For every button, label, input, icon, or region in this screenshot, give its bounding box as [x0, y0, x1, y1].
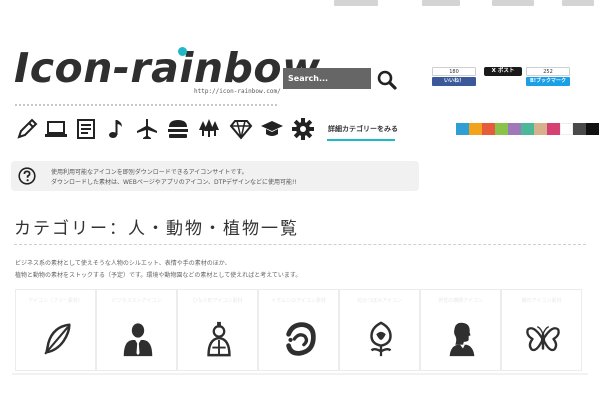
- pencil-icon: [17, 118, 38, 139]
- color-swatch-orange[interactable]: [469, 123, 482, 135]
- category-pencil[interactable]: [15, 117, 39, 141]
- top-nav-link[interactable]: [334, 0, 378, 6]
- color-swatch-red[interactable]: [482, 123, 495, 135]
- category-description-line2: 植物と動物の素材をストックする（予定）です。環境や動物園などの素材として使えれば…: [15, 272, 302, 279]
- color-swatch-pink[interactable]: [547, 123, 560, 135]
- search-icon: [377, 70, 397, 90]
- icon-card-label: ひな人形アイコン素材: [192, 298, 243, 304]
- top-nav-link[interactable]: [562, 0, 594, 6]
- logo-url: http://icon-rainbow.com/: [194, 88, 281, 95]
- color-swatch-blue[interactable]: [456, 123, 469, 135]
- detail-underline: [327, 139, 395, 141]
- laptop-icon: [45, 121, 67, 137]
- icon-card-label: ビジネスマンアイコン: [111, 298, 162, 304]
- color-swatch-purple[interactable]: [508, 123, 521, 135]
- hatena-count: 252: [526, 67, 570, 76]
- category-food[interactable]: [166, 117, 190, 141]
- category-description-line1: ビジネス系の素材として使えそうな人物のシルエット、表情や手の素材のほか、: [15, 260, 231, 267]
- gear-icon: [292, 118, 314, 140]
- page-title: カテゴリー：人・動物・植物一覧: [14, 219, 299, 239]
- category-education[interactable]: [260, 117, 284, 141]
- category-airplane[interactable]: [135, 117, 159, 141]
- icon-card-label: 蝶のアイコン素材: [521, 298, 562, 304]
- icon-card-label: イモムシのアイコン素材: [271, 298, 326, 304]
- hatena-bookmark-button[interactable]: B!ブックマーク: [526, 77, 570, 86]
- category-document[interactable]: [74, 117, 98, 141]
- category-settings[interactable]: [291, 117, 315, 141]
- icon-card-label: アイコン（フリー素材）: [28, 298, 83, 304]
- diamond-icon: [229, 120, 253, 140]
- hina-doll-icon: [207, 321, 231, 357]
- top-nav-link[interactable]: [422, 0, 460, 6]
- category-jewelry[interactable]: [229, 117, 253, 141]
- help-icon: [18, 167, 36, 185]
- icon-card-label: 男性の横顔アイコン: [438, 298, 483, 304]
- site-notice: 使用利用可能なアイコンを即別ダウンロードできるアイコンサイトです。 ダウンロード…: [11, 161, 419, 191]
- color-swatch-gray[interactable]: [573, 123, 586, 135]
- bottom-divider: [12, 373, 588, 375]
- man-profile-icon: [449, 322, 475, 357]
- graduation-cap-icon: [261, 121, 283, 136]
- color-swatch-green[interactable]: [495, 123, 508, 135]
- search-button[interactable]: [375, 69, 399, 91]
- color-swatch-black[interactable]: [586, 123, 599, 135]
- document-icon: [77, 119, 95, 139]
- icon-card-man-profile[interactable]: 男性の横顔アイコン: [420, 289, 501, 371]
- detail-category-link[interactable]: 詳細カテゴリーをみる: [328, 124, 398, 134]
- site-logo[interactable]: Icon-rainbow http://icon-rainbow.com/: [14, 44, 320, 96]
- color-swatch-beige[interactable]: [534, 123, 547, 135]
- facebook-share[interactable]: 180 いいね！: [432, 67, 476, 86]
- color-swatch-teal[interactable]: [521, 123, 534, 135]
- logo-text: Icon-rainbow: [14, 44, 321, 92]
- airplane-icon: [137, 119, 157, 139]
- icon-card-butterfly[interactable]: 蝶のアイコン素材: [501, 289, 582, 371]
- icon-card-hina-doll[interactable]: ひな人形アイコン素材: [177, 289, 258, 371]
- butterfly-icon: [526, 326, 560, 352]
- title-divider: [14, 244, 586, 245]
- trees-icon: [199, 119, 219, 137]
- icon-card-label: 花のつぼみアイコン: [357, 298, 402, 304]
- category-nature[interactable]: [197, 117, 221, 141]
- music-note-icon: [109, 120, 122, 138]
- facebook-like-button[interactable]: いいね！: [432, 77, 476, 86]
- top-nav-link[interactable]: [492, 0, 534, 6]
- flower-bud-icon: [370, 321, 392, 357]
- feather-icon: [44, 323, 71, 355]
- notice-text-line1: 使用利用可能なアイコンを即別ダウンロードできるアイコンサイトです。: [51, 169, 248, 176]
- icon-card-feather[interactable]: アイコン（フリー素材）: [15, 289, 96, 371]
- notice-text-line2: ダウンロードした素材は、WEBページやアプリのアイコン、DTPデザインなどに使用…: [51, 179, 297, 186]
- logo-divider: [15, 104, 277, 106]
- search-input[interactable]: Search...: [283, 68, 371, 89]
- x-post-button[interactable]: X ポスト: [484, 67, 522, 76]
- hatena-share[interactable]: 252 B!ブックマーク: [526, 67, 570, 86]
- icon-card-businessman[interactable]: ビジネスマンアイコン: [96, 289, 177, 371]
- facebook-count: 180: [432, 67, 476, 76]
- icon-card-flower-bud[interactable]: 花のつぼみアイコン: [339, 289, 420, 371]
- grub-icon: [286, 322, 316, 356]
- logo-dot: [178, 47, 187, 56]
- businessman-icon: [123, 323, 153, 357]
- category-music[interactable]: [104, 117, 128, 141]
- category-laptop[interactable]: [44, 117, 68, 141]
- top-nav: [330, 0, 600, 10]
- icon-card-grub[interactable]: イモムシのアイコン素材: [258, 289, 339, 371]
- hamburger-icon: [168, 120, 188, 138]
- color-swatch-white[interactable]: [560, 123, 573, 135]
